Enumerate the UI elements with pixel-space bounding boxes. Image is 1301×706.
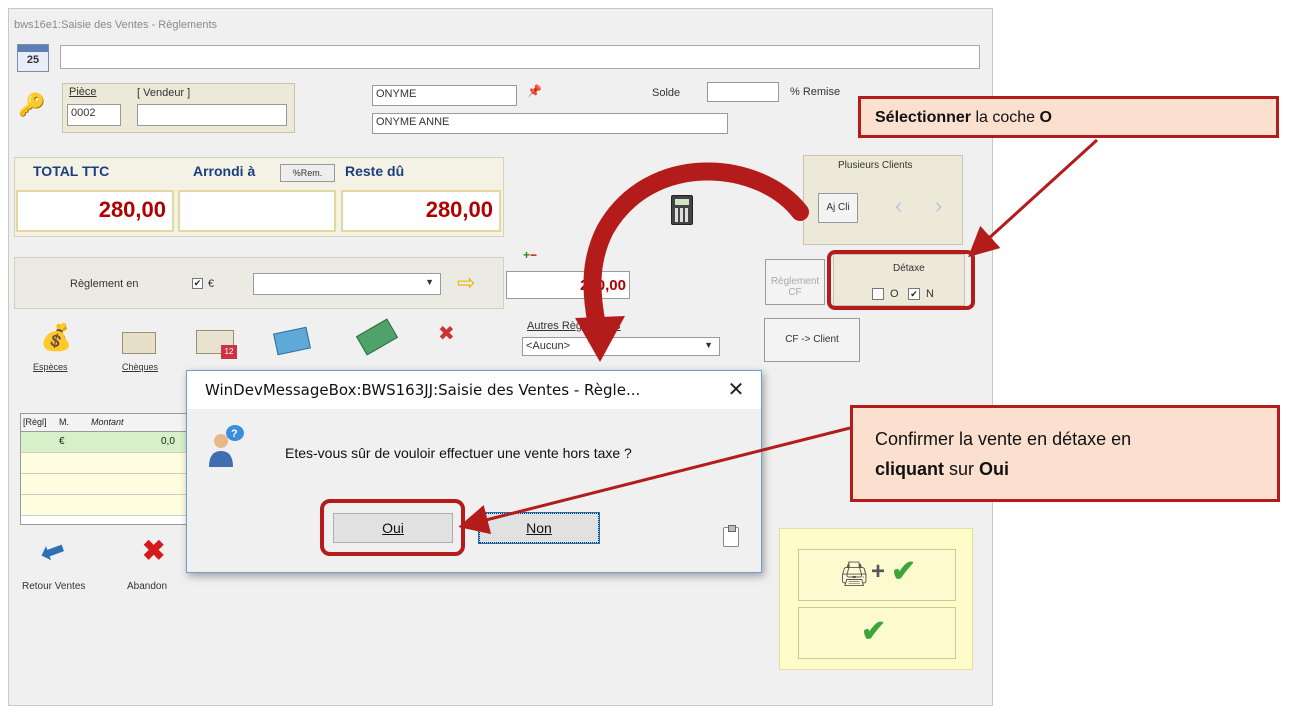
dialog-message: Etes-vous sûr de vouloir effectuer une v… [285, 445, 632, 461]
especes-label[interactable]: Espèces [33, 362, 68, 372]
add-client-button[interactable]: Aj Cli [818, 193, 858, 223]
currency-checkbox[interactable]: ✔ [192, 278, 203, 289]
currency-label: € [208, 278, 215, 290]
remise-label: % Remise [790, 86, 841, 98]
detaxe-highlight [827, 250, 975, 310]
grid-header-montant: Montant [91, 417, 124, 427]
chevron-left-icon[interactable]: ‹ [895, 193, 902, 219]
vendeur-label: [ Vendeur ] [137, 87, 191, 99]
reste-du-label: Reste dû [345, 163, 405, 179]
client-name-field[interactable]: ONYME ANNE [372, 113, 728, 134]
grid-header: [Règl] M. Montant [21, 414, 189, 432]
pin-icon[interactable]: 📌 [527, 84, 542, 98]
callout2-bold2: Oui [979, 459, 1010, 479]
arrondi-label: Arrondi à [193, 163, 256, 179]
reste-du-value: 280,00 [341, 190, 501, 232]
table-row[interactable] [21, 495, 189, 516]
grid-header-m: M. [59, 417, 69, 427]
user-question-icon: ? [209, 425, 244, 467]
remise-button[interactable]: %Rem. [280, 164, 335, 182]
cancel-icon[interactable]: ✖ [142, 534, 165, 567]
table-row[interactable] [21, 474, 189, 495]
grid-cell-m: € [59, 436, 65, 447]
autres-reglements-value: <Aucun> [526, 340, 571, 352]
solde-field[interactable] [707, 82, 779, 102]
coins-icon[interactable]: 💰 [40, 322, 72, 353]
message-dialog: WinDevMessageBox:BWS163JJ:Saisie des Ven… [186, 370, 762, 573]
calendar-cheque-icon[interactable]: 12 [196, 330, 237, 359]
autres-reglements-select[interactable]: <Aucun> ▼ [522, 337, 720, 356]
reglement-en-label: Règlement en [70, 278, 139, 290]
table-row[interactable]: € 0,0 [21, 432, 189, 453]
window-title: bws16e1:Saisie des Ventes - Règlements [14, 19, 218, 31]
validate-button[interactable]: ✔ [798, 607, 956, 659]
oui-highlight [320, 499, 465, 556]
cheque-icon[interactable] [122, 332, 156, 354]
callout1-bold2: O [1039, 109, 1052, 126]
chevron-down-icon: ▼ [704, 340, 713, 350]
callout1-text: la coche [971, 109, 1040, 126]
total-ttc-label: TOTAL TTC [33, 163, 110, 179]
arrow-right-icon[interactable]: ⇨ [457, 272, 475, 294]
autres-reglements-label: Autres Règlements [527, 320, 621, 332]
close-icon[interactable]: ✕ [721, 377, 751, 403]
piece-label: Pièce [69, 86, 97, 98]
chevron-right-icon[interactable]: › [935, 193, 942, 219]
printer-icon: 🖨 [839, 561, 870, 588]
total-ttc-value: 280,00 [16, 190, 174, 232]
chevron-down-icon: ▼ [425, 277, 434, 287]
grid-cell-montant: 0,0 [161, 436, 175, 447]
check-icon: ✔ [891, 555, 917, 588]
cf-client-button[interactable]: CF -> Client [764, 318, 860, 362]
reglements-grid[interactable]: [Règl] M. Montant € 0,0 [20, 413, 190, 525]
cheques-label[interactable]: Chèques [122, 362, 158, 372]
keys-icon[interactable]: 🔑 [18, 92, 45, 118]
calculator-icon[interactable] [671, 195, 693, 225]
solde-label: Solde [652, 87, 681, 99]
client-code-field[interactable]: ONYME [372, 85, 517, 106]
callout-confirm-oui: Confirmer la vente en détaxe en cliquant… [850, 405, 1280, 502]
callout2-bold1: cliquant [875, 459, 945, 479]
top-input-bar[interactable] [60, 45, 980, 69]
print-validate-button[interactable]: 🖨 + ✔ [798, 549, 956, 601]
callout2-text: sur [944, 459, 980, 479]
reglement-mode-select[interactable]: ▼ [253, 273, 441, 295]
callout2-line1: Confirmer la vente en détaxe en [875, 429, 1132, 449]
clipboard-icon[interactable] [723, 525, 739, 547]
retour-ventes-label[interactable]: Retour Ventes [22, 581, 85, 592]
arrondi-field[interactable] [178, 190, 336, 232]
table-row[interactable] [21, 453, 189, 474]
calendar-icon[interactable]: 25 [17, 44, 49, 72]
dialog-title: WinDevMessageBox:BWS163JJ:Saisie des Ven… [205, 381, 641, 399]
reglement-amount-field[interactable]: 280,00 [506, 271, 630, 299]
abandon-label[interactable]: Abandon [127, 581, 167, 592]
arrow-to-detaxe [968, 138, 1099, 258]
validate-panel: 🖨 + ✔ ✔ [779, 528, 973, 670]
piece-field[interactable]: 0002 [67, 104, 121, 126]
vendeur-field[interactable] [137, 104, 287, 126]
gift-icon[interactable]: ✖ [438, 321, 464, 347]
reglement-cf-button[interactable]: Règlement CF [765, 259, 825, 305]
plus-minus-icon[interactable]: +− [523, 248, 537, 262]
grid-header-regl: [Règl] [23, 417, 47, 427]
non-button[interactable]: Non [478, 512, 600, 544]
plus-label: + [871, 558, 886, 585]
plusieurs-clients-title: Plusieurs Clients [838, 160, 913, 171]
svg-text:?: ? [231, 428, 238, 440]
check-icon: ✔ [861, 615, 887, 648]
non-label: Non [526, 520, 552, 536]
callout-select-o: Sélectionner la coche O [858, 96, 1279, 138]
callout1-bold1: Sélectionner [875, 109, 972, 126]
